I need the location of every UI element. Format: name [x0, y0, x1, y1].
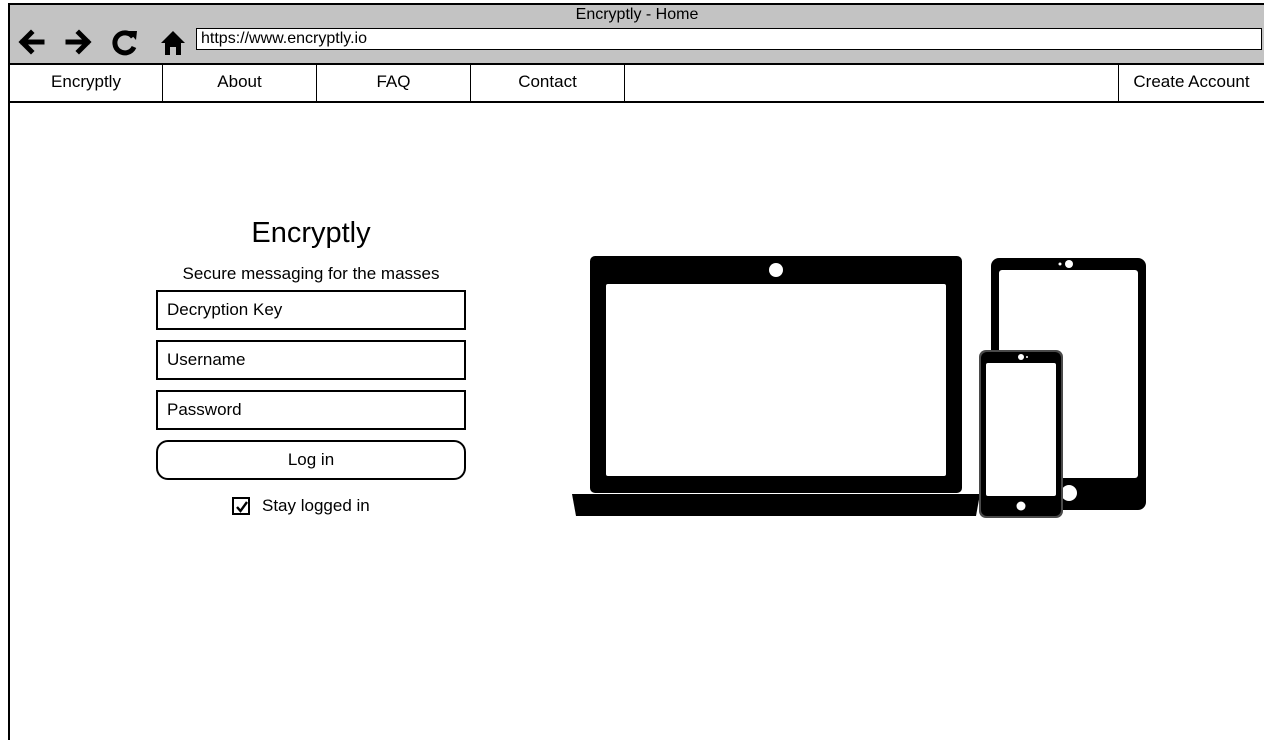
stay-logged-in-checkbox[interactable]	[232, 497, 250, 515]
checkmark-icon	[236, 501, 248, 513]
devices-icon	[572, 256, 1146, 518]
username-field[interactable]: Username	[156, 340, 466, 380]
tablet-home-button	[1061, 485, 1077, 501]
tablet-sensor	[1058, 262, 1062, 266]
decryption-key-field[interactable]: Decryption Key	[156, 290, 466, 330]
home-button[interactable]	[156, 25, 190, 59]
window-title: Encryptly - Home	[575, 6, 699, 23]
reload-button[interactable]	[108, 25, 142, 59]
site-nav: Encryptly About FAQ Contact Create Accou…	[10, 63, 1264, 103]
nav-item-contact[interactable]: Contact	[471, 63, 625, 101]
login-button[interactable]: Log in	[156, 440, 466, 480]
laptop-camera	[769, 263, 783, 277]
nav-item-faq[interactable]: FAQ	[317, 63, 471, 101]
create-account-link[interactable]: Create Account	[1119, 63, 1264, 101]
brand-title: Encryptly	[251, 217, 371, 249]
browser-window: Encryptly - Home https://www.encryptly.i…	[8, 3, 1264, 740]
stay-logged-in[interactable]: Stay logged in	[232, 494, 370, 518]
nav-item-home[interactable]: Encryptly	[10, 63, 163, 101]
home-icon	[161, 31, 185, 55]
laptop-base	[572, 494, 980, 516]
phone-home-button	[1016, 501, 1026, 511]
laptop-screen	[606, 284, 946, 476]
back-button[interactable]	[14, 25, 48, 59]
tagline: Secure messaging for the masses	[182, 264, 440, 283]
forward-arrow-icon	[65, 29, 92, 55]
phone-screen	[986, 363, 1056, 496]
forward-button[interactable]	[62, 25, 96, 59]
tablet-camera	[1065, 260, 1073, 268]
browser-titlebar: Encryptly - Home https://www.encryptly.i…	[10, 5, 1264, 65]
phone-camera	[1018, 354, 1024, 360]
back-arrow-icon	[18, 29, 45, 55]
stay-logged-in-label: Stay logged in	[262, 496, 370, 515]
phone-sensor	[1026, 356, 1028, 358]
nav-item-about[interactable]: About	[163, 63, 317, 101]
reload-icon	[112, 30, 137, 56]
password-field[interactable]: Password	[156, 390, 466, 430]
nav-spacer	[625, 63, 1119, 101]
url-bar[interactable]: https://www.encryptly.io	[196, 28, 1262, 50]
